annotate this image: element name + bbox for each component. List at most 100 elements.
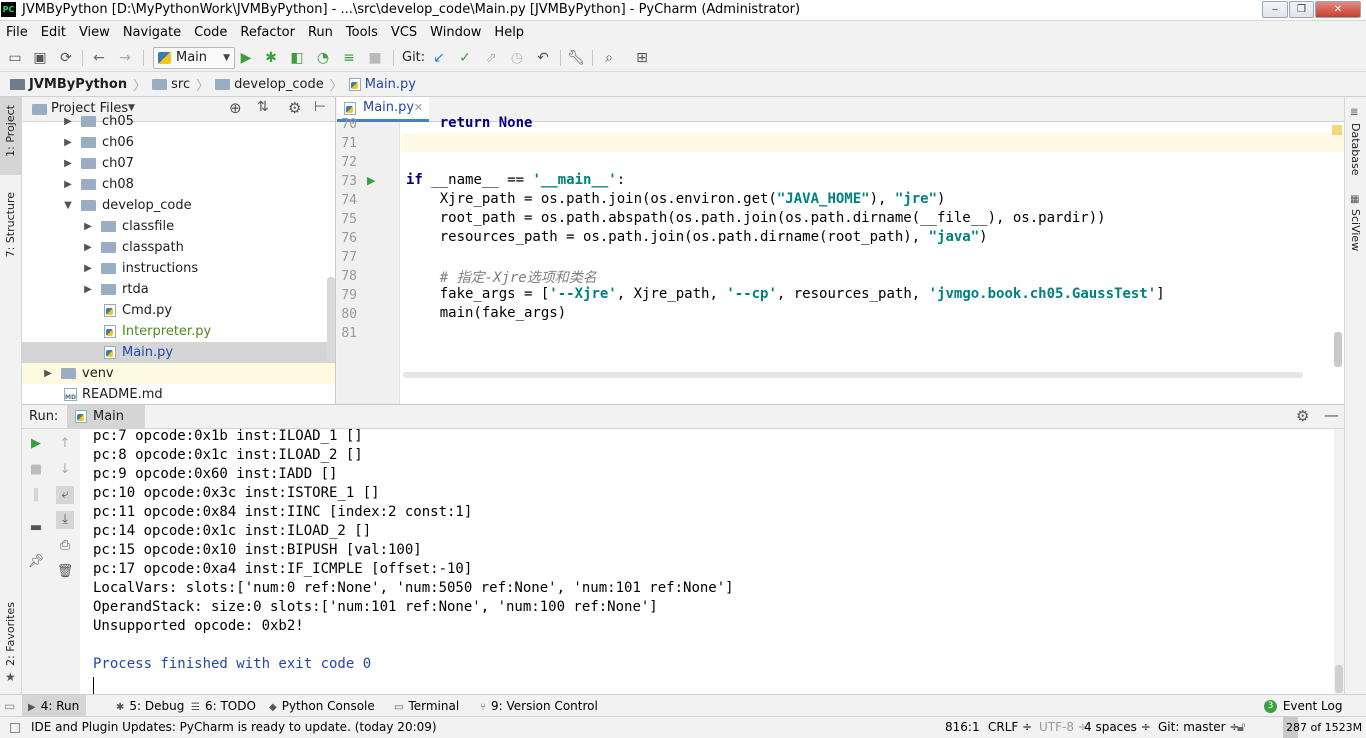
pause-icon[interactable]: ‖ <box>27 486 45 504</box>
run-console-output[interactable]: pc:7 opcode:0x1b inst:ILOAD_1 [] pc:8 opc… <box>80 429 1334 694</box>
concurrency-icon[interactable]: ≡ <box>340 49 358 67</box>
debug-icon[interactable]: ✱ <box>262 49 280 67</box>
breadcrumb-file[interactable]: Main.py <box>365 77 416 92</box>
hide-tool-windows-icon[interactable]: ▭ <box>4 699 15 713</box>
file-encoding[interactable]: UTF-8 ÷ <box>1039 717 1088 738</box>
tree-item-classpath[interactable]: ▶ classpath <box>22 237 335 258</box>
code-line[interactable]: main(fake_args) <box>406 305 566 321</box>
inspection-status-icon[interactable] <box>1332 125 1342 135</box>
chevron-right-icon[interactable]: ▶ <box>62 174 74 195</box>
code-line[interactable]: resources_path = os.path.join(os.path.di… <box>406 229 988 245</box>
tree-item-develop-code[interactable]: ▼ develop_code <box>22 195 335 216</box>
code-line[interactable]: fake_args = ['--Xjre', Xjre_path, '--cp'… <box>406 286 1165 302</box>
tree-item-venv[interactable]: ▶ venv <box>22 363 335 384</box>
stop-icon[interactable]: ■ <box>366 49 384 67</box>
tool-tab-structure[interactable]: 7: Structure <box>4 192 17 257</box>
menu-run[interactable]: Run <box>308 25 333 40</box>
menu-tools[interactable]: Tools <box>346 25 378 40</box>
tool-tab-5-debug[interactable]: ✱ 5: Debug <box>110 695 190 717</box>
tool-tab-database[interactable]: Database <box>1349 123 1362 176</box>
tool-tab-4-run[interactable]: ▶ 4: Run <box>22 695 86 717</box>
tool-tab-python-console[interactable]: ◆ Python Console <box>263 695 381 717</box>
run-coverage-icon[interactable]: ◧ <box>288 49 306 67</box>
minimize-panel-icon[interactable]: — <box>1324 406 1339 424</box>
up-arrow-icon[interactable]: ↑ <box>56 435 74 453</box>
chevron-down-icon[interactable]: ▼ <box>62 195 74 216</box>
chevron-right-icon[interactable]: ▶ <box>62 153 74 174</box>
chevron-right-icon[interactable]: ▶ <box>82 216 94 237</box>
forward-icon[interactable]: → <box>116 49 134 67</box>
code-line[interactable]: # 指定-Xjre选项和类名 <box>406 267 597 287</box>
breadcrumb-project[interactable]: JVMByPython <box>29 77 127 92</box>
run-config-selector[interactable]: Main ▼ <box>153 47 235 69</box>
tool-tab-6-todo[interactable]: ☰ 6: TODO <box>185 695 262 717</box>
git-push-icon[interactable]: ⇗ <box>482 49 500 67</box>
status-toggle-icon[interactable] <box>10 717 22 738</box>
pin-icon[interactable]: 📌︎ <box>27 553 45 571</box>
chevron-right-icon[interactable]: ▶ <box>82 237 94 258</box>
tree-item-ch07[interactable]: ▶ ch07 <box>22 153 335 174</box>
tool-tab-sciview[interactable]: SciView <box>1349 209 1362 251</box>
tool-tab-project[interactable]: 1: Project <box>4 105 17 157</box>
close-icon[interactable]: ✕ <box>1315 1 1361 18</box>
git-commit-icon[interactable]: ✓ <box>456 49 474 67</box>
code-line[interactable]: if __name__ == '__main__': <box>406 172 625 188</box>
menu-vcs[interactable]: VCS <box>391 25 417 40</box>
caret-position[interactable]: 816:1 <box>945 717 980 738</box>
tasks-icon[interactable]: ⊞ <box>633 49 651 67</box>
code-line[interactable]: root_path = os.path.abspath(os.path.join… <box>406 210 1106 226</box>
stop-icon[interactable]: ■ <box>27 461 45 479</box>
maximize-icon[interactable]: ❐ <box>1289 1 1314 18</box>
tree-item-ch08[interactable]: ▶ ch08 <box>22 174 335 195</box>
wrench-icon[interactable]: 🔧︎ <box>567 49 585 67</box>
lock-icon[interactable]: 🔓︎ <box>1237 717 1245 738</box>
tree-item-readme-md[interactable]: MD README.md <box>22 384 335 404</box>
tree-item-ch06[interactable]: ▶ ch06 <box>22 132 335 153</box>
status-message[interactable]: IDE and Plugin Updates: PyCharm is ready… <box>31 717 437 738</box>
tool-tab-9-version-control[interactable]: ⑂ 9: Version Control <box>474 695 604 717</box>
chevron-right-icon[interactable]: ▶ <box>62 111 74 132</box>
run-gutter-icon[interactable]: ▶ <box>367 174 375 187</box>
print-icon[interactable]: ⎙ <box>56 537 74 555</box>
tree-item-cmd-py[interactable]: Cmd.py <box>22 300 335 321</box>
tree-item-rtda[interactable]: ▶ rtda <box>22 279 335 300</box>
menu-navigate[interactable]: Navigate <box>123 25 181 40</box>
chevron-right-icon[interactable]: ▶ <box>82 258 94 279</box>
memory-indicator[interactable]: 287 of 1523M <box>1283 717 1363 738</box>
trash-icon[interactable]: 🗑︎ <box>56 563 74 581</box>
code-line[interactable]: Xjre_path = os.path.join(os.environ.get(… <box>406 191 946 207</box>
chevron-right-icon[interactable]: ▶ <box>62 132 74 153</box>
tree-item-ch05[interactable]: ▶ ch05 <box>22 111 335 132</box>
scroll-to-end-icon[interactable]: ⤓ <box>56 511 74 529</box>
tool-tab-favorites[interactable]: 2: Favorites <box>4 602 17 666</box>
horizontal-scrollbar[interactable] <box>403 372 1303 378</box>
tree-item-interpreter-py[interactable]: Interpreter.py <box>22 321 335 342</box>
console-scrollbar[interactable] <box>1334 429 1344 694</box>
search-icon[interactable]: ⌕ <box>600 49 618 67</box>
menu-edit[interactable]: Edit <box>41 25 66 40</box>
menu-refactor[interactable]: Refactor <box>240 25 295 40</box>
down-arrow-icon[interactable]: ↓ <box>56 461 74 479</box>
git-history-icon[interactable]: ◷ <box>508 49 526 67</box>
git-rollback-icon[interactable]: ↶ <box>534 49 552 67</box>
code-line[interactable]: return None <box>406 115 533 131</box>
open-folder-icon[interactable]: ▭ <box>6 49 24 67</box>
gear-icon[interactable]: ⚙ <box>1296 407 1309 425</box>
save-all-icon[interactable]: ▣ <box>31 49 49 67</box>
tree-item-main-py[interactable]: Main.py <box>22 342 335 363</box>
scrollbar[interactable] <box>1334 332 1342 367</box>
menu-window[interactable]: Window <box>430 25 481 40</box>
menu-file[interactable]: File <box>6 25 28 40</box>
minimize-icon[interactable]: ‒ <box>1262 1 1288 18</box>
tool-tab-terminal[interactable]: ▭ Terminal <box>388 695 465 717</box>
breadcrumb-develop-code[interactable]: develop_code <box>234 77 324 92</box>
chevron-right-icon[interactable]: ▶ <box>82 279 94 300</box>
menu-help[interactable]: Help <box>494 25 524 40</box>
tree-item-classfile[interactable]: ▶ classfile <box>22 216 335 237</box>
rerun-icon[interactable]: ▶ <box>27 435 45 453</box>
run-tab-main[interactable]: Main <box>67 405 145 429</box>
scrollbar[interactable] <box>327 277 335 362</box>
indent-setting[interactable]: 4 spaces ÷ <box>1084 717 1151 738</box>
menu-code[interactable]: Code <box>194 25 227 40</box>
breadcrumb-src[interactable]: src <box>171 77 190 92</box>
